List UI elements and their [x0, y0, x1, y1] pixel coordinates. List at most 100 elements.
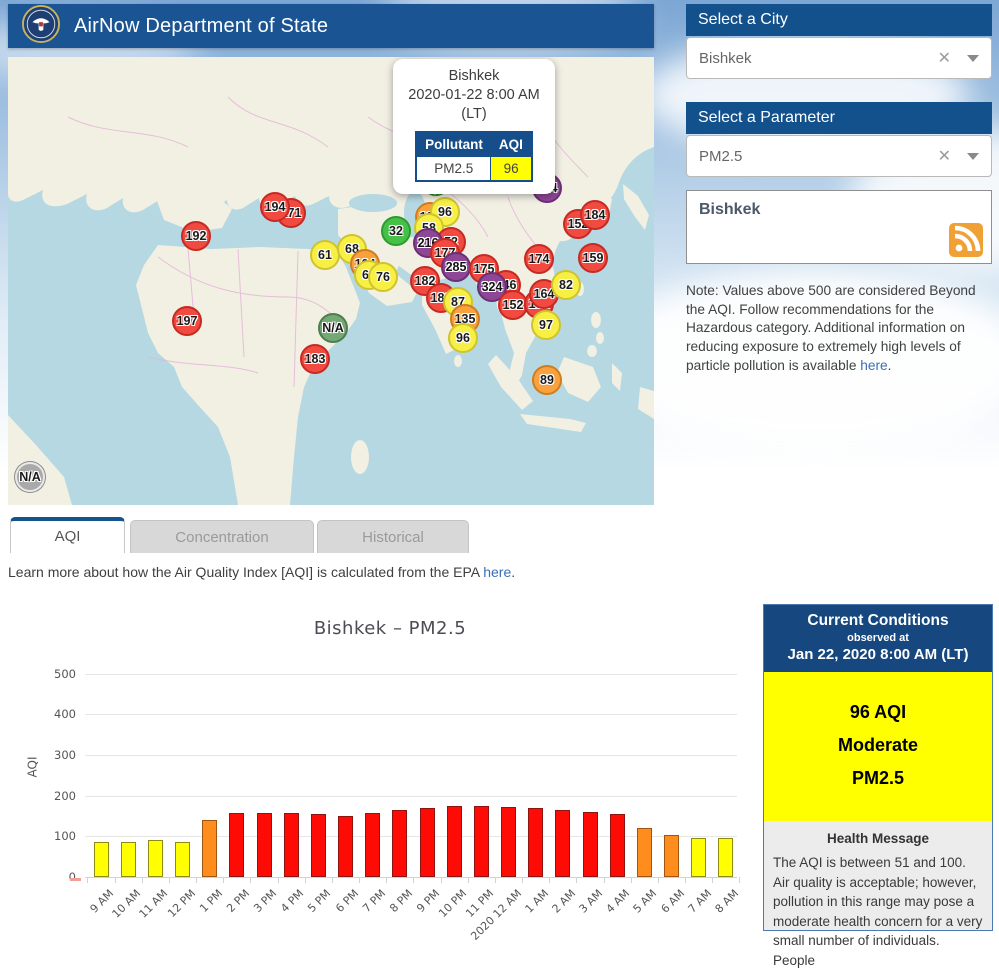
- bar-6-pm[interactable]: [338, 816, 353, 877]
- plot-band-marker: [70, 878, 81, 881]
- learn-more-suffix: .: [511, 564, 515, 580]
- tab-bar: AQI Concentration Historical: [0, 517, 999, 553]
- note-here-link[interactable]: here: [860, 358, 887, 373]
- x-axis-tick: [115, 877, 116, 883]
- map-marker[interactable]: 184: [580, 200, 610, 230]
- x-axis-tick: [468, 877, 469, 883]
- bar-2-pm[interactable]: [229, 813, 244, 877]
- bar-4-pm[interactable]: [284, 813, 299, 877]
- bar-11-am[interactable]: [148, 840, 163, 877]
- bar-9-pm[interactable]: [420, 808, 435, 877]
- state-department-seal-icon: [22, 5, 60, 48]
- x-axis-tick: [223, 877, 224, 883]
- x-axis-tick: [739, 877, 740, 883]
- bar-7-pm[interactable]: [365, 813, 380, 877]
- x-axis-tick: [712, 877, 713, 883]
- map-marker[interactable]: 89: [532, 365, 562, 395]
- parameter-select[interactable]: PM2.5 ✕: [686, 135, 992, 177]
- bar-1-am[interactable]: [528, 808, 543, 877]
- chevron-down-icon[interactable]: [967, 153, 979, 160]
- bar-1-pm[interactable]: [202, 820, 217, 877]
- bar-12-pm[interactable]: [175, 842, 190, 877]
- chart-title: Bishkek – PM2.5: [150, 618, 630, 639]
- x-axis-tick: [658, 877, 659, 883]
- aqi-value-box: 96 AQI Moderate PM2.5: [764, 672, 992, 821]
- gridline: [85, 714, 737, 715]
- beyond-aqi-note: Note: Values above 500 are considered Be…: [686, 282, 996, 375]
- x-axis-tick: [495, 877, 496, 883]
- chevron-down-icon[interactable]: [967, 55, 979, 62]
- bar-10-am[interactable]: [121, 842, 136, 877]
- x-axis-tick: [549, 877, 550, 883]
- rss-icon[interactable]: [949, 223, 983, 257]
- feed-city-title: Bishkek: [687, 191, 991, 219]
- map-marker[interactable]: 96: [448, 323, 478, 353]
- popup-table: Pollutant AQI PM2.5 96: [415, 131, 533, 182]
- current-conditions-panel: Current Conditions observed at Jan 22, 2…: [763, 604, 993, 931]
- map-marker[interactable]: 183: [300, 344, 330, 374]
- clear-parameter-icon[interactable]: ✕: [932, 146, 957, 166]
- popup-aqi-value: 96: [491, 156, 532, 181]
- tab-aqi[interactable]: AQI: [10, 517, 125, 553]
- map-marker[interactable]: 197: [172, 306, 202, 336]
- world-aqi-map[interactable]: 1711941923261681046276136965852216177285…: [8, 57, 654, 505]
- bar-3-am[interactable]: [583, 812, 598, 877]
- map-marker[interactable]: 285: [441, 252, 471, 282]
- health-message-section: Health Message The AQI is between 51 and…: [764, 821, 992, 970]
- map-marker[interactable]: 194: [260, 192, 290, 222]
- x-axis-tick: [305, 877, 306, 883]
- y-tick-label: 0: [40, 870, 76, 884]
- map-marker[interactable]: 97: [531, 310, 561, 340]
- map-marker[interactable]: 76: [368, 262, 398, 292]
- map-marker[interactable]: N/A: [15, 462, 45, 492]
- map-marker[interactable]: N/A: [318, 313, 348, 343]
- x-axis-tick: [631, 877, 632, 883]
- city-select-value: Bishkek: [699, 50, 932, 67]
- x-axis-tick: [359, 877, 360, 883]
- bar-2-am[interactable]: [555, 810, 570, 877]
- learn-more-here-link[interactable]: here: [483, 564, 511, 580]
- bar-10-pm[interactable]: [447, 806, 462, 877]
- aqi-bar-chart: Bishkek – PM2.5 AQI 01002003004005009 AM…: [0, 600, 760, 931]
- tab-historical[interactable]: Historical: [317, 520, 469, 553]
- learn-more-text: Learn more about how the Air Quality Ind…: [8, 564, 515, 580]
- gridline: [85, 674, 737, 675]
- page: AirNow Department of State: [0, 0, 999, 931]
- bar-6-am[interactable]: [664, 835, 679, 877]
- popup-col-pollutant: Pollutant: [416, 132, 491, 157]
- aqi-value: 96 AQI: [764, 696, 992, 729]
- map-marker[interactable]: 192: [181, 221, 211, 251]
- x-axis-tick: [441, 877, 442, 883]
- map-marker[interactable]: 174: [524, 244, 554, 274]
- city-select[interactable]: Bishkek ✕: [686, 37, 992, 79]
- map-marker[interactable]: 32: [381, 216, 411, 246]
- popup-datetime: 2020-01-22 8:00 AM (LT): [403, 86, 545, 124]
- map-marker[interactable]: 82: [551, 270, 581, 300]
- clear-city-icon[interactable]: ✕: [932, 48, 957, 68]
- health-message-title: Health Message: [773, 831, 983, 846]
- parameter-select-value: PM2.5: [699, 148, 932, 165]
- bar-11-pm[interactable]: [474, 806, 489, 877]
- tab-concentration[interactable]: Concentration: [130, 520, 314, 553]
- bar-2020-12-am[interactable]: [501, 807, 516, 877]
- bar-8-pm[interactable]: [392, 810, 407, 877]
- bar-9-am[interactable]: [94, 842, 109, 877]
- y-axis-label: AQI: [25, 757, 39, 778]
- bar-8-am[interactable]: [718, 838, 733, 877]
- popup-col-aqi: AQI: [491, 132, 532, 157]
- observed-at-label: observed at: [768, 632, 988, 644]
- bar-4-am[interactable]: [610, 814, 625, 877]
- map-marker[interactable]: 159: [578, 243, 608, 273]
- popup-city: Bishkek: [403, 67, 545, 86]
- x-axis-tick: [142, 877, 143, 883]
- bar-3-pm[interactable]: [257, 813, 272, 877]
- x-axis-tick: [278, 877, 279, 883]
- app-title: AirNow Department of State: [74, 15, 328, 38]
- x-axis-tick: [685, 877, 686, 883]
- bar-7-am[interactable]: [691, 838, 706, 877]
- y-tick-label: 100: [40, 829, 76, 843]
- y-tick-label: 300: [40, 748, 76, 762]
- bar-5-am[interactable]: [637, 828, 652, 877]
- map-marker[interactable]: 61: [310, 240, 340, 270]
- bar-5-pm[interactable]: [311, 814, 326, 877]
